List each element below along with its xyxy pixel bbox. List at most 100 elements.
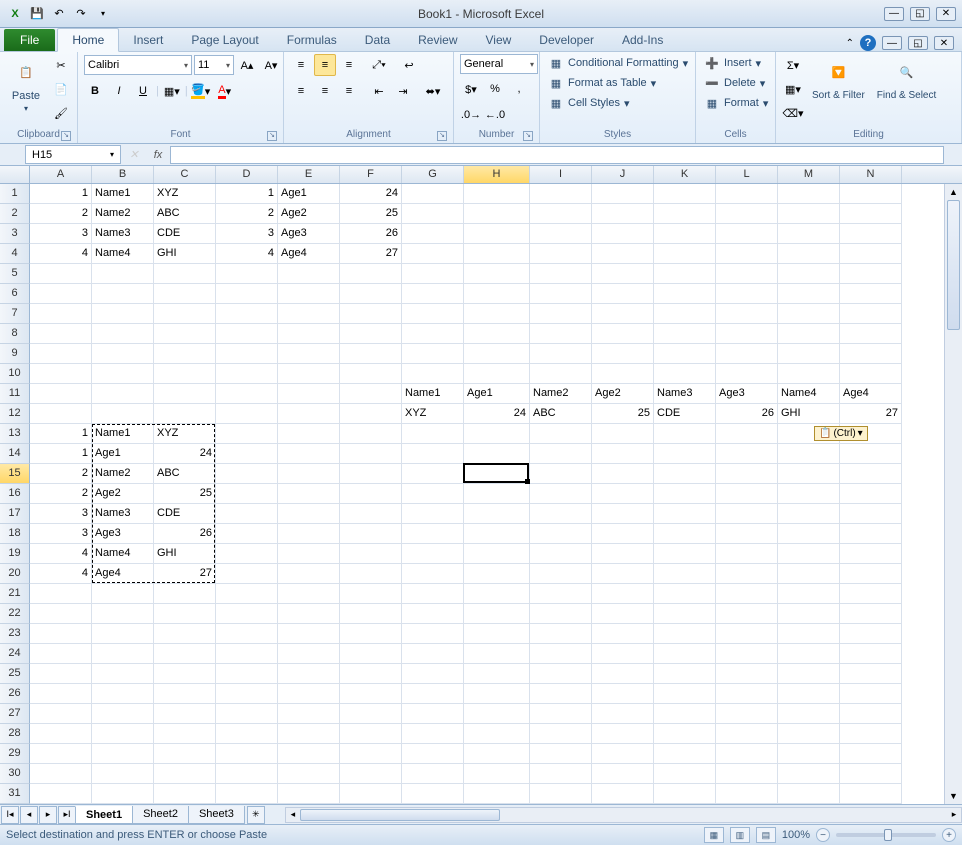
cell-D1[interactable]: 1 <box>216 184 278 204</box>
cell-M19[interactable] <box>778 544 840 564</box>
cell-F30[interactable] <box>340 764 402 784</box>
cell-M24[interactable] <box>778 644 840 664</box>
cell-D24[interactable] <box>216 644 278 664</box>
cell-K29[interactable] <box>654 744 716 764</box>
cell-F1[interactable]: 24 <box>340 184 402 204</box>
cell-K2[interactable] <box>654 204 716 224</box>
cell-C26[interactable] <box>154 684 216 704</box>
cell-L15[interactable] <box>716 464 778 484</box>
insert-cells-button[interactable]: ➕Insert ▾ <box>702 54 770 72</box>
new-sheet-button[interactable]: ✳ <box>247 806 265 824</box>
tab-review[interactable]: Review <box>404 29 471 51</box>
cell-C28[interactable] <box>154 724 216 744</box>
sheet-tab-sheet1[interactable]: Sheet1 <box>75 806 133 824</box>
cell-H15[interactable] <box>464 464 530 484</box>
cell-J2[interactable] <box>592 204 654 224</box>
cell-D28[interactable] <box>216 724 278 744</box>
cell-L26[interactable] <box>716 684 778 704</box>
cell-A17[interactable]: 3 <box>30 504 92 524</box>
cell-I3[interactable] <box>530 224 592 244</box>
cell-F31[interactable] <box>340 784 402 804</box>
row-header-31[interactable]: 31 <box>0 784 30 804</box>
minimize-ribbon-icon[interactable]: ⌃ <box>846 38 854 49</box>
cell-L27[interactable] <box>716 704 778 724</box>
cell-G24[interactable] <box>402 644 464 664</box>
cell-N25[interactable] <box>840 664 902 684</box>
cell-J13[interactable] <box>592 424 654 444</box>
cell-K9[interactable] <box>654 344 716 364</box>
cell-B3[interactable]: Name3 <box>92 224 154 244</box>
row-header-12[interactable]: 12 <box>0 404 30 424</box>
cell-I12[interactable]: ABC <box>530 404 592 424</box>
cell-C31[interactable] <box>154 784 216 804</box>
zoom-slider[interactable] <box>836 833 936 837</box>
cell-N17[interactable] <box>840 504 902 524</box>
currency-button[interactable]: $▾ <box>460 78 482 100</box>
cell-G17[interactable] <box>402 504 464 524</box>
cell-I31[interactable] <box>530 784 592 804</box>
tab-formulas[interactable]: Formulas <box>273 29 351 51</box>
cell-E12[interactable] <box>278 404 340 424</box>
cell-B27[interactable] <box>92 704 154 724</box>
cell-H21[interactable] <box>464 584 530 604</box>
cell-L19[interactable] <box>716 544 778 564</box>
font-launcher[interactable]: ↘ <box>267 131 277 141</box>
cell-A1[interactable]: 1 <box>30 184 92 204</box>
number-launcher[interactable]: ↘ <box>523 131 533 141</box>
cell-D15[interactable] <box>216 464 278 484</box>
align-top-button[interactable]: ≡ <box>290 54 312 76</box>
vertical-scrollbar[interactable]: ▲ ▼ <box>944 184 962 804</box>
decrease-indent-button[interactable]: ⇤ <box>368 80 390 102</box>
cell-C23[interactable] <box>154 624 216 644</box>
row-header-15[interactable]: 15 <box>0 464 30 484</box>
cell-B16[interactable]: Age2 <box>92 484 154 504</box>
cell-H8[interactable] <box>464 324 530 344</box>
cell-F28[interactable] <box>340 724 402 744</box>
cell-E13[interactable] <box>278 424 340 444</box>
cell-J20[interactable] <box>592 564 654 584</box>
cell-E20[interactable] <box>278 564 340 584</box>
cell-E3[interactable]: Age3 <box>278 224 340 244</box>
cell-L31[interactable] <box>716 784 778 804</box>
cell-D6[interactable] <box>216 284 278 304</box>
cell-I11[interactable]: Name2 <box>530 384 592 404</box>
cell-F11[interactable] <box>340 384 402 404</box>
cell-E31[interactable] <box>278 784 340 804</box>
cell-A24[interactable] <box>30 644 92 664</box>
cell-H22[interactable] <box>464 604 530 624</box>
cell-A27[interactable] <box>30 704 92 724</box>
cell-B15[interactable]: Name2 <box>92 464 154 484</box>
cell-D29[interactable] <box>216 744 278 764</box>
increase-decimal-button[interactable]: .0→ <box>460 104 482 126</box>
cell-N26[interactable] <box>840 684 902 704</box>
cell-M7[interactable] <box>778 304 840 324</box>
cell-B17[interactable]: Name3 <box>92 504 154 524</box>
cell-J7[interactable] <box>592 304 654 324</box>
cell-E4[interactable]: Age4 <box>278 244 340 264</box>
cell-G22[interactable] <box>402 604 464 624</box>
row-header-8[interactable]: 8 <box>0 324 30 344</box>
cell-D9[interactable] <box>216 344 278 364</box>
column-header-N[interactable]: N <box>840 166 902 183</box>
cell-C13[interactable]: XYZ <box>154 424 216 444</box>
cell-F12[interactable] <box>340 404 402 424</box>
sheet-nav-first[interactable]: I◂ <box>1 806 19 824</box>
cell-J3[interactable] <box>592 224 654 244</box>
cell-L8[interactable] <box>716 324 778 344</box>
percent-button[interactable]: % <box>484 78 506 100</box>
cell-C11[interactable] <box>154 384 216 404</box>
row-header-24[interactable]: 24 <box>0 644 30 664</box>
copy-button[interactable]: 📄 <box>50 78 72 100</box>
cell-H4[interactable] <box>464 244 530 264</box>
cell-H19[interactable] <box>464 544 530 564</box>
cell-K20[interactable] <box>654 564 716 584</box>
cell-H12[interactable]: 24 <box>464 404 530 424</box>
cell-C20[interactable]: 27 <box>154 564 216 584</box>
cell-L2[interactable] <box>716 204 778 224</box>
cell-M1[interactable] <box>778 184 840 204</box>
row-header-3[interactable]: 3 <box>0 224 30 244</box>
cell-G11[interactable]: Name1 <box>402 384 464 404</box>
cell-L11[interactable]: Age3 <box>716 384 778 404</box>
fill-color-button[interactable]: 🪣▾ <box>190 80 212 102</box>
merge-center-button[interactable]: ⬌▾ <box>422 80 444 102</box>
